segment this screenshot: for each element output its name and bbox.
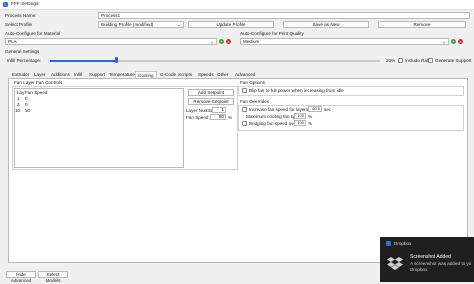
tab-temperature[interactable]: Temperature — [107, 71, 137, 78]
tab-speeds[interactable]: Speeds — [196, 71, 216, 78]
tab-scripts[interactable]: Scripts — [176, 71, 194, 78]
app-icon — [3, 2, 8, 7]
infill-value: 20% — [386, 58, 396, 63]
fan-setpoint-table[interactable]: Lay Fan Speed 1 0 3 0 10 50 — [14, 88, 184, 168]
include-raft-checkbox[interactable] — [398, 58, 403, 63]
hide-advanced-button[interactable]: Hide Advanced — [6, 271, 36, 283]
add-quality-icon[interactable]: + — [451, 39, 456, 44]
general-settings-label: General Settings — [5, 49, 40, 54]
infill-slider-handle[interactable] — [114, 57, 118, 63]
column-header-fan-speed: Fan Speed — [25, 90, 48, 95]
tab-other[interactable]: Other — [215, 71, 231, 78]
select-models-button[interactable]: Select Models — [38, 271, 68, 283]
increase-fan-input[interactable]: 60.0 — [308, 106, 322, 112]
fan-speed-label: Fan Speed — [186, 115, 209, 120]
process-name-label: Process Name: — [5, 13, 37, 18]
layer-number-label: Layer Number — [186, 108, 216, 113]
row-speed: 0 — [25, 96, 28, 101]
row-speed: 50 — [25, 108, 31, 113]
add-material-icon[interactable]: + — [219, 39, 224, 44]
profile-select-value: Building Profile (modified) — [101, 22, 154, 27]
blip-fan-label: Blip fan to full power when increasing f… — [249, 88, 344, 93]
generate-support-label: Generate Support — [435, 58, 472, 63]
layer-number-input[interactable]: 1 — [212, 107, 226, 113]
quality-select[interactable]: Medium ⌄ — [240, 38, 449, 45]
remove-setpoint-button[interactable]: Remove Setpoint — [188, 98, 234, 105]
chevron-down-icon: ⌄ — [210, 39, 214, 44]
table-row[interactable]: 10 50 — [15, 108, 183, 114]
remove-material-icon[interactable]: × — [226, 39, 231, 44]
remove-quality-icon[interactable]: × — [458, 39, 463, 44]
max-fan-unit: % — [308, 114, 313, 119]
bridging-fan-checkbox[interactable] — [242, 121, 247, 126]
material-select[interactable]: PLA ⌄ — [5, 38, 217, 45]
infill-slider-track[interactable] — [50, 60, 380, 62]
row-layer: 10 — [15, 108, 21, 113]
include-raft-label: Include Raft — [405, 58, 430, 63]
increase-fan-unit: sec — [324, 107, 332, 112]
remove-profile-button[interactable]: Remove — [378, 21, 466, 28]
fan-controls-label: Fan Layer Fan Controls — [14, 80, 63, 85]
process-name-input[interactable]: Process1 — [98, 12, 470, 19]
material-select-value: PLA — [8, 39, 17, 44]
dropbox-notification[interactable]: Dropbox Screenshot Added A screenshot wa… — [380, 237, 474, 282]
tab-advanced[interactable]: Advanced — [233, 71, 257, 78]
generate-support-checkbox[interactable] — [428, 58, 433, 63]
tab-support[interactable]: Support — [87, 71, 107, 78]
row-layer: 3 — [17, 102, 20, 107]
column-header-layer: Lay — [17, 90, 25, 95]
add-setpoint-button[interactable]: Add Setpoint — [188, 89, 234, 96]
window-title: FFF Settings — [11, 2, 39, 7]
chevron-down-icon: ⌄ — [442, 39, 446, 44]
max-fan-input[interactable]: 100 — [294, 113, 306, 119]
auto-quality-label: Auto-Configure for Print Quality — [240, 31, 304, 36]
title-bar: FFF Settings — [0, 0, 474, 10]
tab-extruder[interactable]: Extruder — [10, 71, 31, 78]
notification-body-line1: A screenshot was added to yo — [410, 261, 472, 266]
bridging-fan-unit: % — [308, 121, 313, 126]
notification-title: Screenshot Added — [410, 254, 451, 260]
select-profile-label: Select Profile — [5, 22, 33, 27]
tab-layer[interactable]: Layer — [32, 71, 48, 78]
increase-fan-checkbox[interactable] — [242, 107, 247, 112]
save-as-new-button[interactable]: Save as New — [283, 21, 369, 28]
profile-select[interactable]: Building Profile (modified) ⌄ — [98, 21, 184, 28]
fan-speed-input[interactable]: 80 — [210, 114, 226, 120]
dropbox-app-icon — [386, 241, 391, 246]
tab-additions[interactable]: Additions — [49, 71, 72, 78]
fan-options-label: Fan Options — [240, 80, 266, 85]
fan-speed-unit: % — [228, 115, 233, 120]
dropbox-logo-icon — [387, 255, 403, 271]
tab-cooling[interactable]: Cooling — [135, 71, 157, 78]
update-profile-button[interactable]: Update Profile — [188, 21, 274, 28]
notification-body-line2: Dropbox. — [410, 267, 429, 272]
row-speed: 0 — [25, 102, 28, 107]
row-layer: 1 — [17, 96, 20, 101]
auto-material-label: Auto-Configure for Material — [5, 31, 61, 36]
tab-infill[interactable]: Infill — [72, 71, 84, 78]
fan-overrides-label: Fan Overrides — [240, 99, 270, 104]
quality-select-value: Medium — [243, 39, 260, 44]
infill-percentage-label: Infill Percentage: — [7, 58, 42, 63]
blip-fan-checkbox[interactable] — [242, 88, 247, 93]
notification-app-name: Dropbox — [394, 241, 412, 246]
chevron-down-icon: ⌄ — [177, 22, 181, 27]
bridging-fan-input[interactable]: 100 — [294, 120, 306, 126]
